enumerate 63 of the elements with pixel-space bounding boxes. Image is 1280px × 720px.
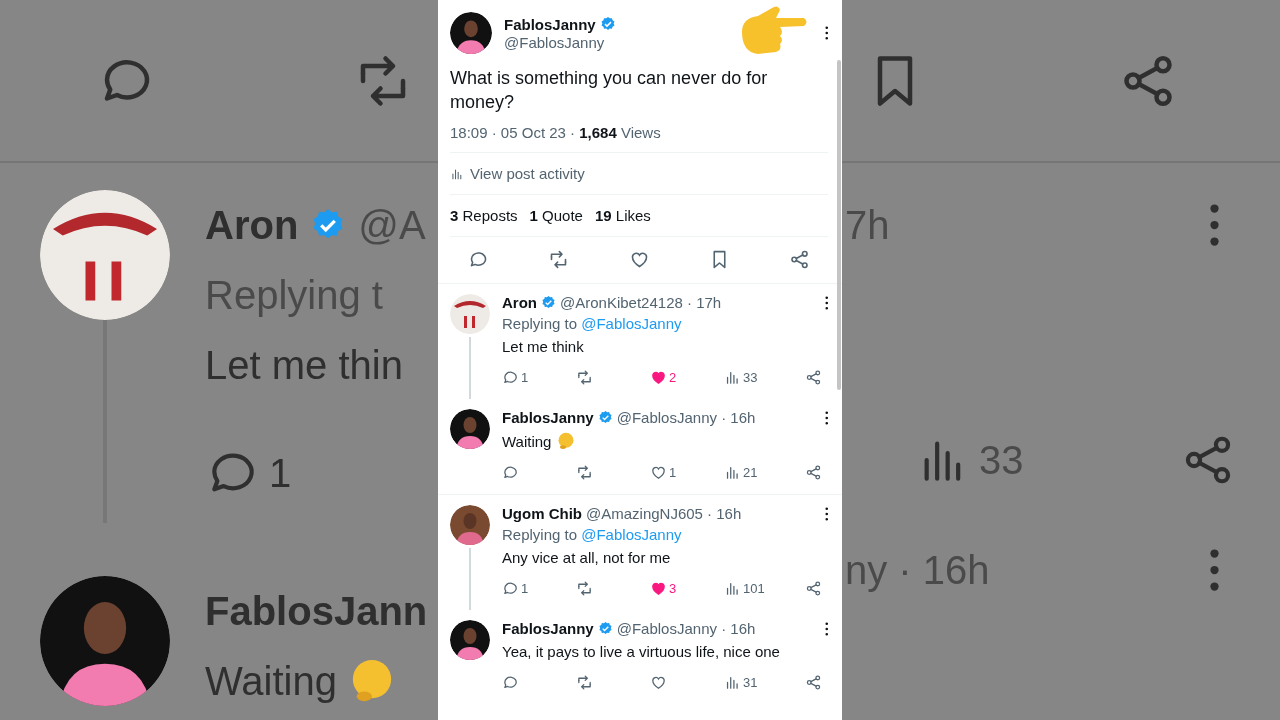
user-handle: @AronKibet24128 · 17h bbox=[560, 294, 722, 311]
user-name: FablosJann bbox=[205, 588, 428, 635]
stat-link[interactable]: 19 Likes bbox=[594, 207, 651, 224]
user-handle: @AmazingNJ605 · 16h bbox=[586, 505, 742, 522]
user-name: Aron bbox=[502, 294, 537, 311]
user-name: FablosJanny bbox=[502, 409, 594, 426]
user-name: FablosJanny bbox=[502, 620, 594, 637]
post-time: 7h bbox=[845, 202, 890, 249]
repost-icon bbox=[576, 579, 593, 597]
reply-context: Replying t bbox=[205, 272, 384, 319]
reply-text: Waiting bbox=[205, 658, 337, 705]
reply-text: Waiting bbox=[502, 432, 552, 450]
reply-context: Replying to @FablosJanny bbox=[502, 526, 683, 543]
like-count: 1 bbox=[669, 464, 677, 480]
stat-link[interactable]: 1 Quote bbox=[529, 207, 583, 224]
author-handle: @FablosJanny bbox=[504, 33, 606, 51]
reply-count: 1 bbox=[521, 580, 529, 596]
avatar[interactable] bbox=[450, 409, 490, 449]
view-count: 101 bbox=[743, 580, 765, 596]
avatar[interactable] bbox=[450, 294, 490, 334]
user-name: Ugom Chib bbox=[502, 505, 582, 522]
user-handle: @FablosJanny · 16h bbox=[616, 409, 756, 426]
reply-count: 1 bbox=[521, 369, 529, 385]
avatar[interactable] bbox=[40, 576, 170, 706]
like-count: 2 bbox=[669, 369, 677, 385]
view-count: 21 bbox=[743, 464, 758, 480]
thinking-emoji-icon bbox=[557, 432, 576, 450]
more-icon[interactable] bbox=[824, 621, 828, 636]
user-handle: ny · 16h bbox=[845, 547, 990, 594]
views-icon bbox=[450, 166, 464, 181]
view-count: 31 bbox=[743, 674, 758, 690]
view-count: 33 bbox=[979, 437, 1024, 484]
avatar[interactable] bbox=[450, 12, 492, 54]
share-icon bbox=[805, 579, 822, 597]
like-count: 3 bbox=[669, 580, 677, 596]
post-activity-link[interactable]: View post activity bbox=[470, 165, 585, 182]
post-meta: 18:09 · 05 Oct 23 · 1,684 Views bbox=[450, 124, 828, 153]
post-text: What is something you can never do for money? bbox=[450, 67, 769, 114]
repost-icon bbox=[576, 368, 593, 386]
reply-text: Any vice at all, not for me bbox=[502, 549, 671, 566]
share-icon bbox=[805, 463, 822, 481]
user-name: Aron bbox=[205, 202, 299, 249]
more-icon[interactable] bbox=[824, 410, 828, 425]
repost-icon bbox=[576, 463, 593, 481]
reply-count: 1 bbox=[269, 450, 292, 497]
more-icon[interactable] bbox=[824, 506, 828, 521]
more-icon[interactable] bbox=[824, 26, 828, 40]
stat-link[interactable]: 3 Reposts bbox=[450, 207, 518, 224]
avatar[interactable] bbox=[450, 620, 490, 660]
author-name: FablosJanny bbox=[504, 15, 596, 33]
scrollbar[interactable] bbox=[837, 60, 841, 390]
view-count: 33 bbox=[743, 369, 758, 385]
user-handle: @FablosJanny · 16h bbox=[616, 620, 756, 637]
share-icon bbox=[805, 368, 822, 386]
user-handle: @A bbox=[358, 202, 426, 249]
share-icon bbox=[805, 673, 822, 691]
share-icon bbox=[789, 249, 810, 270]
reply-context: Replying to @FablosJanny bbox=[502, 315, 683, 332]
more-icon[interactable] bbox=[824, 295, 828, 310]
repost-icon bbox=[576, 673, 593, 691]
reply-text: Let me thin bbox=[205, 342, 404, 389]
reply-text: Let me think bbox=[502, 338, 584, 355]
reply-text: Yea, it pays to live a virtuous life, nice one bbox=[502, 643, 780, 660]
